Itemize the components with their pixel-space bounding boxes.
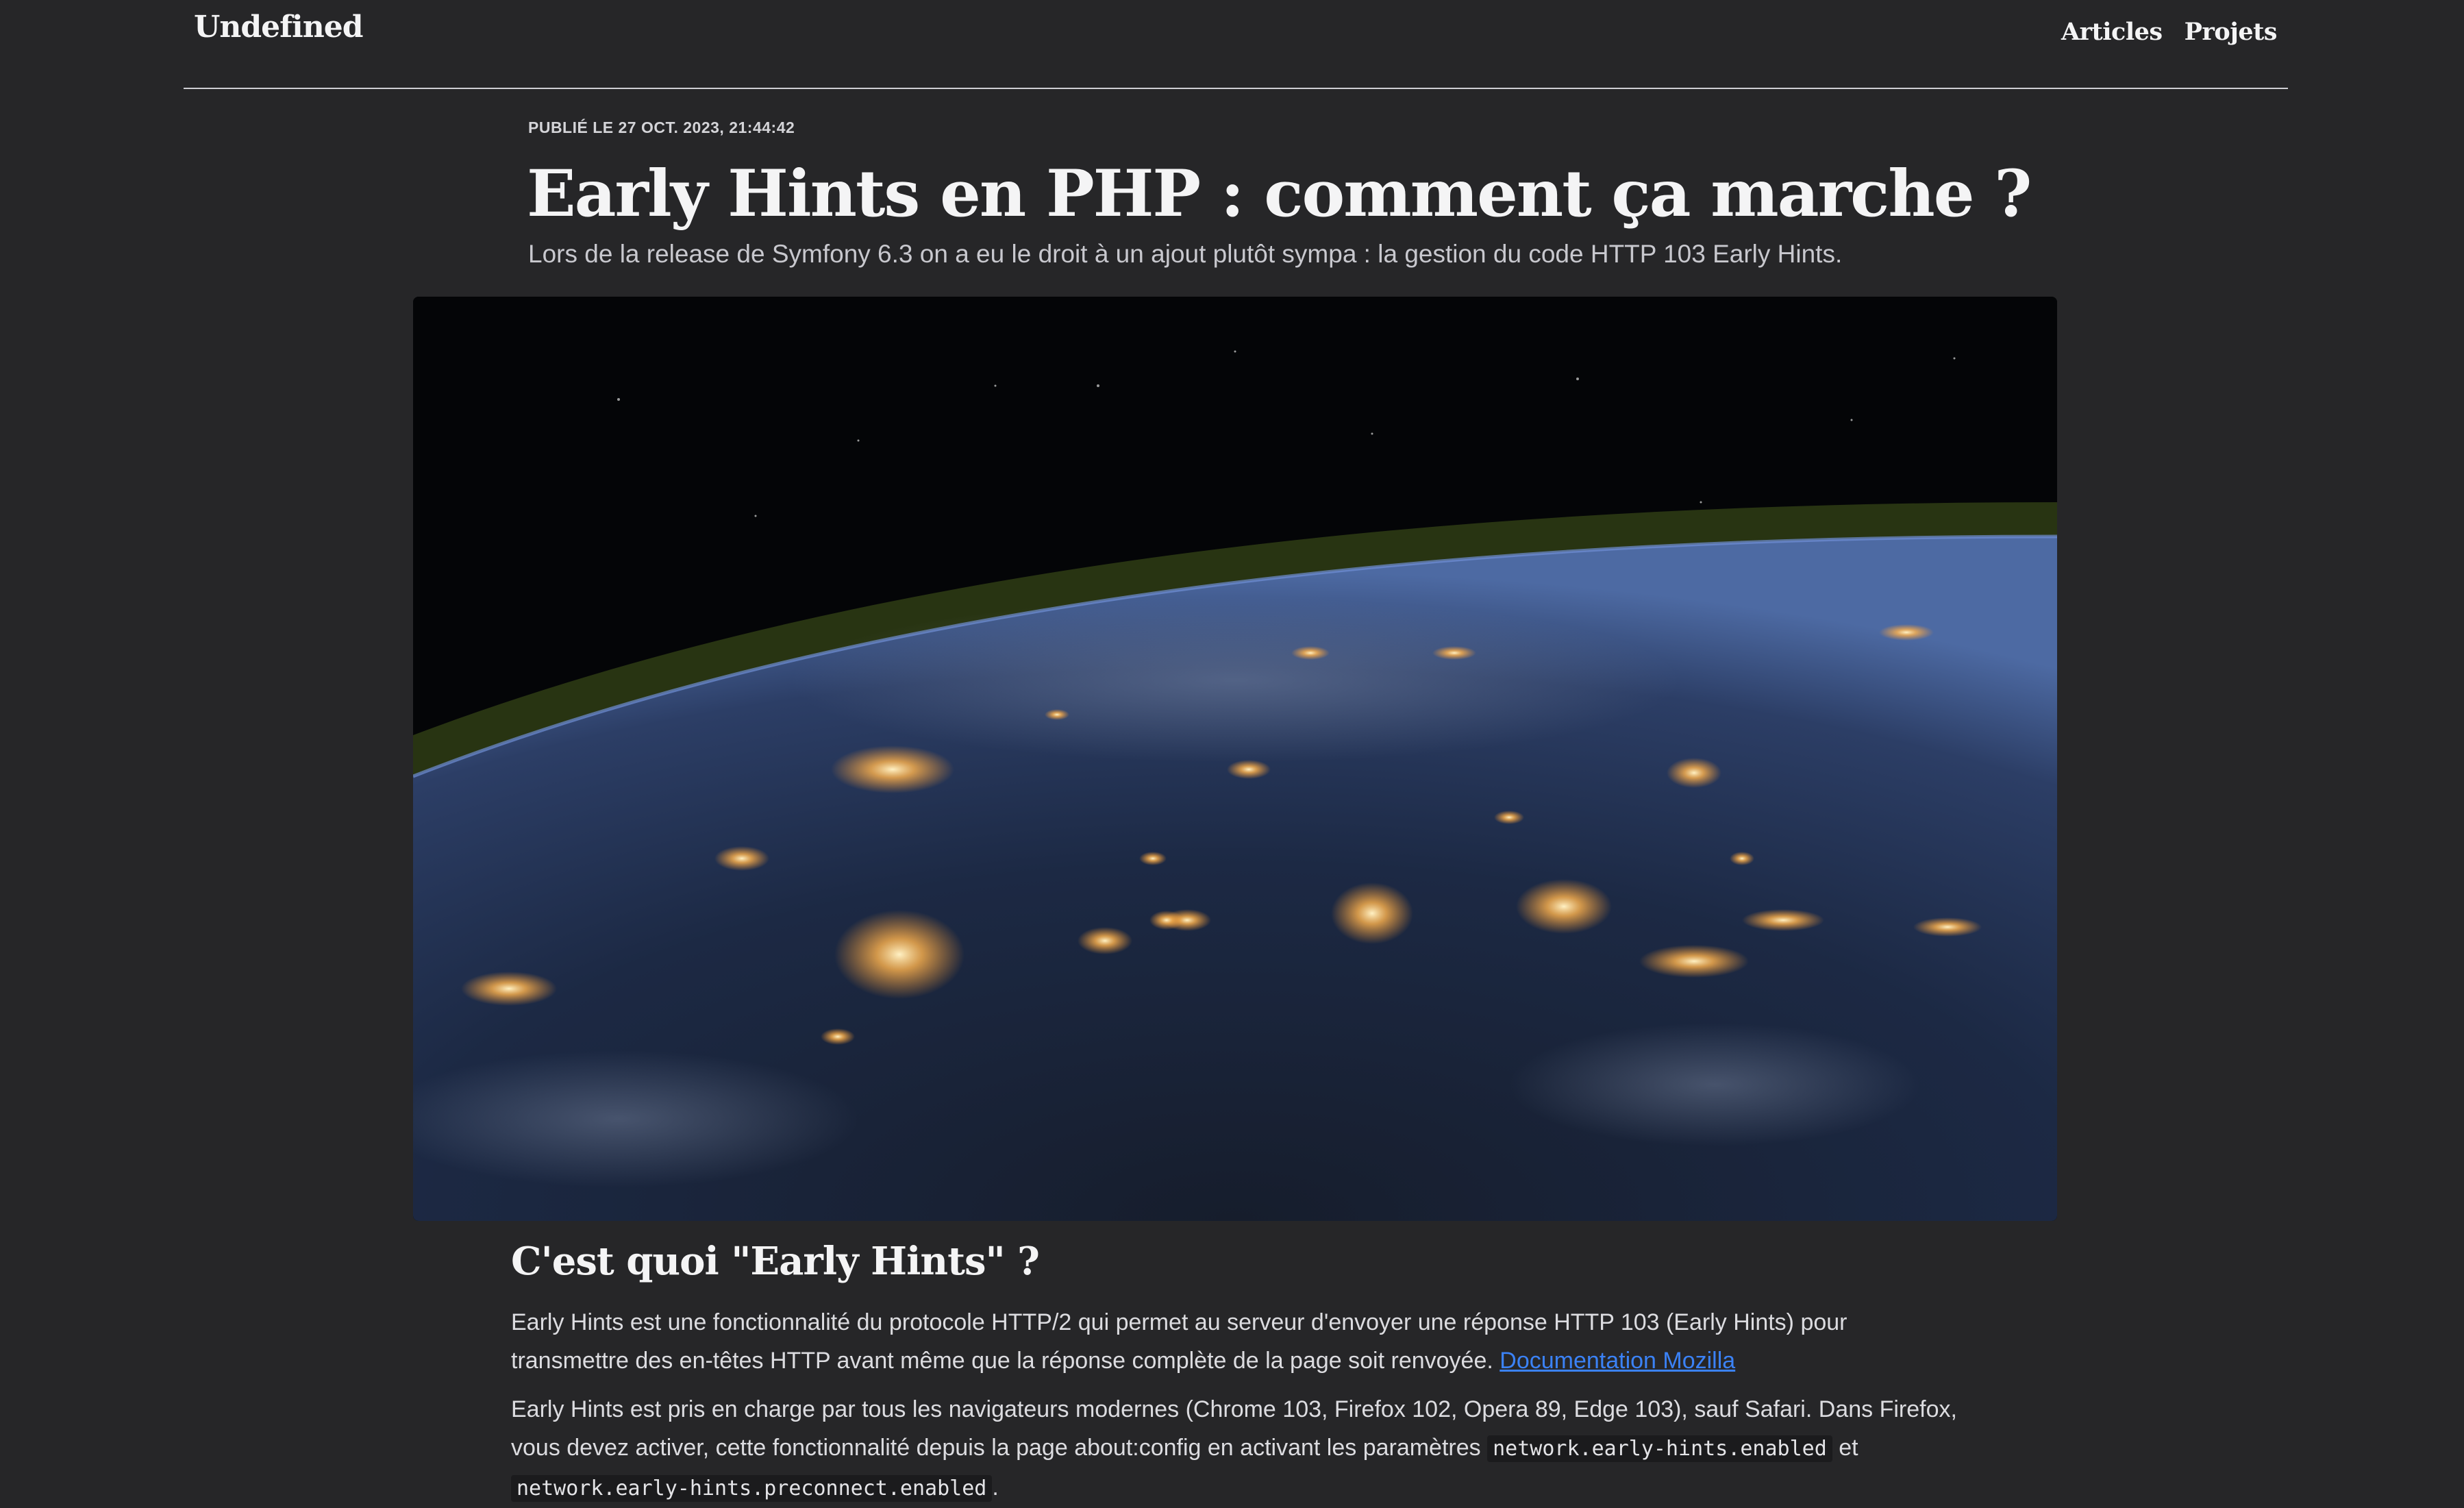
conjunction-text: et	[1839, 1435, 1858, 1461]
paragraph-end: .	[992, 1474, 999, 1500]
inline-code: network.early-hints.preconnect.enabled	[511, 1475, 993, 1502]
site-header: Undefined Articles Projets	[184, 0, 2288, 89]
earth-night-illustration	[413, 297, 2057, 1221]
paragraph-1: Early Hints est une fonctionnalité du pr…	[511, 1303, 1963, 1380]
mozilla-docs-link[interactable]: Documentation Mozilla	[1499, 1348, 1735, 1374]
main-nav: Articles Projets	[2061, 18, 2278, 46]
article-title: Early Hints en PHP : comment ça marche ?	[527, 156, 2032, 232]
site-logo[interactable]: Undefined	[194, 10, 364, 45]
section-heading: C'est quoi "Early Hints" ?	[511, 1239, 1040, 1284]
publish-date: PUBLIÉ LE 27 OCT. 2023, 21:44:42	[528, 119, 795, 136]
nav-link-articles[interactable]: Articles	[2061, 18, 2163, 46]
inline-code: network.early-hints.enabled	[1487, 1435, 1832, 1462]
paragraph-2: Early Hints est pris en charge par tous …	[511, 1390, 1963, 1508]
hero-image	[413, 297, 2057, 1221]
nav-link-projets[interactable]: Projets	[2185, 18, 2278, 46]
article-lead: Lors de la release de Symfony 6.3 on a e…	[528, 240, 1843, 268]
